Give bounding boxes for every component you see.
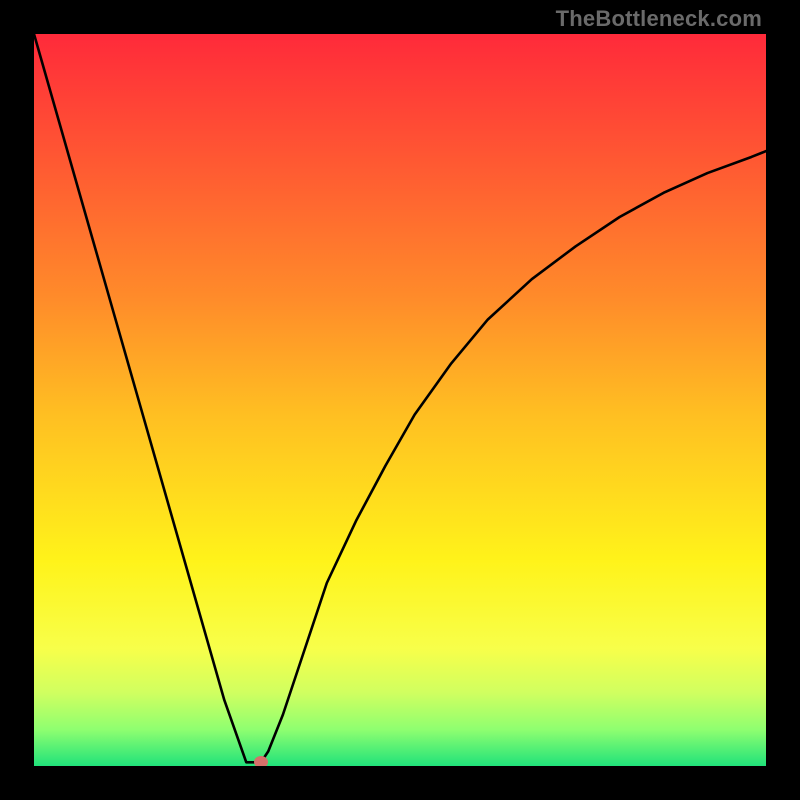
plot-area (34, 34, 766, 766)
watermark-text: TheBottleneck.com (556, 6, 762, 32)
bottleneck-curve (34, 34, 766, 766)
optimal-marker (254, 756, 268, 766)
chart-container: TheBottleneck.com (0, 0, 800, 800)
